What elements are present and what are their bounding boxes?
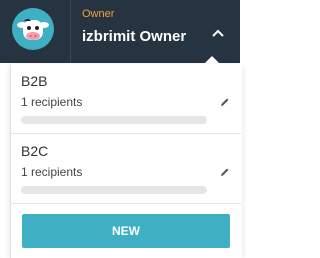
- group-name: B2B: [21, 73, 48, 89]
- group-recipient-count: 1 recipients: [21, 165, 83, 179]
- recipient-bar: [21, 186, 207, 194]
- group-item-b2b[interactable]: B2B 1 recipients: [11, 64, 241, 132]
- row-divider: [11, 203, 241, 204]
- group-name: B2C: [21, 143, 49, 159]
- group-item-b2c[interactable]: B2C 1 recipients: [11, 134, 241, 202]
- groups-dropdown: B2B 1 recipients B2C 1 recipients NEW: [10, 64, 242, 258]
- pencil-icon[interactable]: [220, 94, 230, 106]
- dropdown-pointer: [204, 56, 220, 64]
- group-recipient-count: 1 recipients: [21, 95, 83, 109]
- cow-avatar-icon: [12, 8, 54, 50]
- account-name: izbrimit Owner: [82, 28, 187, 45]
- new-group-button[interactable]: NEW: [22, 214, 230, 248]
- recipient-bar: [21, 116, 207, 124]
- account-header: Owner izbrimit Owner: [0, 0, 240, 63]
- header-divider: [70, 0, 71, 63]
- account-role: Owner: [82, 8, 115, 20]
- pencil-icon[interactable]: [220, 164, 230, 176]
- chevron-up-icon[interactable]: [210, 27, 226, 39]
